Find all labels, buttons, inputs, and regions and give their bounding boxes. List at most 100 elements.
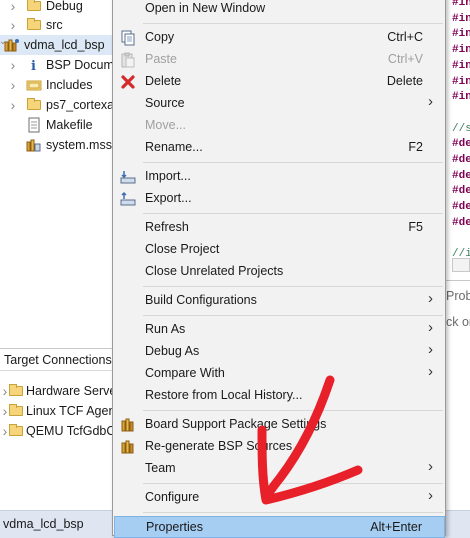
menu-item-board-support-package-settings[interactable]: Board Support Package Settings — [114, 414, 445, 436]
code-line: #de — [452, 138, 470, 151]
explorer-item-label: Makefile — [46, 118, 93, 132]
target-connection-label: Hardware Server — [26, 384, 121, 398]
menu-item-delete[interactable]: Delete Delete — [114, 71, 445, 93]
target-connection-item[interactable]: › QEMU TcfGdbClient — [0, 421, 139, 441]
paste-icon — [120, 52, 136, 68]
includes-icon — [26, 77, 42, 93]
explorer-item[interactable]: ⌄ vdma_lcd_bsp — [0, 35, 112, 55]
target-connection-label: Linux TCF Agent — [26, 404, 119, 418]
menu-item-source[interactable]: Source › — [114, 93, 445, 115]
menu-item-re-generate-bsp-sources[interactable]: Re-generate BSP Sources — [114, 436, 445, 458]
menu-item-label: Run As — [145, 322, 186, 336]
menu-separator — [143, 162, 443, 163]
menu-separator — [143, 23, 443, 24]
menu-item-build-configurations[interactable]: Build Configurations › — [114, 290, 445, 312]
bsp-icon-glyph — [121, 418, 134, 432]
expand-chevron-icon[interactable]: › — [8, 0, 18, 16]
folder-icon — [9, 424, 23, 436]
view-tab[interactable]: Prob — [446, 289, 470, 303]
bsp-icon-glyph — [121, 440, 134, 454]
menu-item-debug-as[interactable]: Debug As › — [114, 341, 445, 363]
folder-icon — [27, 0, 41, 11]
import-icon-glyph — [120, 171, 136, 184]
file-icon-glyph — [28, 117, 40, 133]
menu-item-shortcut: Ctrl+V — [387, 52, 423, 66]
expand-chevron-icon[interactable]: › — [8, 75, 18, 95]
submenu-arrow-icon: › — [428, 363, 433, 380]
menu-separator — [143, 286, 443, 287]
explorer-item-label: Includes — [46, 78, 93, 92]
menu-item-label: Source — [145, 96, 185, 110]
menu-item-label: Board Support Package Settings — [145, 417, 327, 431]
menu-item-rename[interactable]: Rename... F2 — [114, 137, 445, 159]
code-line: #in — [452, 28, 470, 41]
target-connection-item[interactable]: › Linux TCF Agent — [0, 401, 119, 421]
code-line: #de — [452, 169, 470, 182]
view-tab[interactable]: ck or — [446, 315, 470, 329]
target-connection-item[interactable]: › Hardware Server — [0, 381, 121, 401]
menu-item-label: Move... — [145, 118, 186, 132]
explorer-item[interactable]: › ps7_cortexa9_0 — [0, 95, 135, 115]
folder-icon — [27, 98, 41, 110]
menu-item-compare-with[interactable]: Compare With › — [114, 363, 445, 385]
menu-item-label: Copy — [145, 30, 175, 44]
explorer-item[interactable]: system.mss — [0, 135, 112, 155]
menu-item-refresh[interactable]: Refresh F5 — [114, 217, 445, 239]
explorer-item[interactable]: › Includes — [0, 75, 112, 95]
menu-item-close-unrelated-projects[interactable]: Close Unrelated Projects — [114, 261, 445, 283]
menu-item-shortcut: F2 — [408, 140, 423, 154]
menu-item-close-project[interactable]: Close Project — [114, 239, 445, 261]
menu-item-label: Properties — [146, 520, 203, 534]
menu-item-label: Delete — [145, 74, 182, 88]
explorer-item[interactable]: › Debug — [0, 0, 112, 16]
delete-icon-glyph — [121, 75, 135, 89]
expand-chevron-icon[interactable]: › — [8, 15, 18, 35]
submenu-arrow-icon: › — [428, 487, 433, 504]
menu-item-run-as[interactable]: Run As › — [114, 319, 445, 341]
target-connections-title[interactable]: Target Connections — [0, 349, 112, 371]
menu-item-label: Paste — [145, 52, 177, 66]
menu-item-shortcut: F5 — [408, 220, 423, 234]
menu-item-properties[interactable]: Properties Alt+Enter — [114, 516, 445, 538]
explorer-item-label: Debug — [46, 0, 83, 13]
menu-item-copy[interactable]: Copy Ctrl+C — [114, 27, 445, 49]
explorer-item[interactable]: › src — [0, 15, 112, 35]
editor-horizontal-scrollbar[interactable] — [452, 258, 470, 272]
file-icon — [26, 117, 42, 133]
menu-item-label: Restore from Local History... — [145, 388, 303, 402]
menu-item-open-in-new-window[interactable]: Open in New Window — [114, 0, 445, 20]
menu-item-label: Refresh — [145, 220, 189, 234]
explorer-item-label: system.mss — [46, 138, 112, 152]
copy-icon-glyph — [121, 30, 135, 46]
project-explorer: › Debug › src ⌄ vdma_lcd_bsp › i BSP Documentati… — [0, 0, 159, 345]
menu-item-paste[interactable]: Paste Ctrl+V — [114, 49, 445, 71]
menu-item-shortcut: Alt+Enter — [370, 520, 422, 534]
code-line: #de — [452, 185, 470, 198]
explorer-item-label: src — [46, 18, 63, 32]
bottom-right-view-tabs: Prob ck or — [446, 280, 470, 340]
code-line: #in — [452, 44, 470, 57]
explorer-item[interactable]: › i BSP Documentation — [0, 55, 159, 75]
menu-item-label: Build Configurations — [145, 293, 257, 307]
menu-item-label: Open in New Window — [145, 1, 266, 15]
expand-chevron-icon[interactable]: › — [8, 95, 18, 115]
code-line: #in — [452, 12, 470, 25]
menu-item-shortcut: Ctrl+C — [387, 30, 423, 44]
menu-item-label: Debug As — [145, 344, 200, 358]
expand-chevron-icon[interactable]: › — [8, 55, 18, 75]
export-icon-glyph — [120, 191, 136, 206]
menu-item-team[interactable]: Team › — [114, 458, 445, 480]
menu-item-label: Team — [145, 461, 176, 475]
menu-item-configure[interactable]: Configure › — [114, 487, 445, 509]
menu-item-move[interactable]: Move... — [114, 115, 445, 137]
menu-separator — [143, 315, 443, 316]
explorer-item[interactable]: Makefile — [0, 115, 112, 135]
menu-item-restore-from-local-history[interactable]: Restore from Local History... — [114, 385, 445, 407]
menu-item-export[interactable]: Export... — [114, 188, 445, 210]
submenu-arrow-icon: › — [428, 319, 433, 336]
menu-item-import[interactable]: Import... — [114, 166, 445, 188]
delete-icon — [120, 74, 136, 90]
menu-separator — [143, 512, 443, 513]
status-selected-resource: vdma_lcd_bsp — [3, 517, 84, 531]
menu-item-label: Re-generate BSP Sources — [145, 439, 293, 453]
